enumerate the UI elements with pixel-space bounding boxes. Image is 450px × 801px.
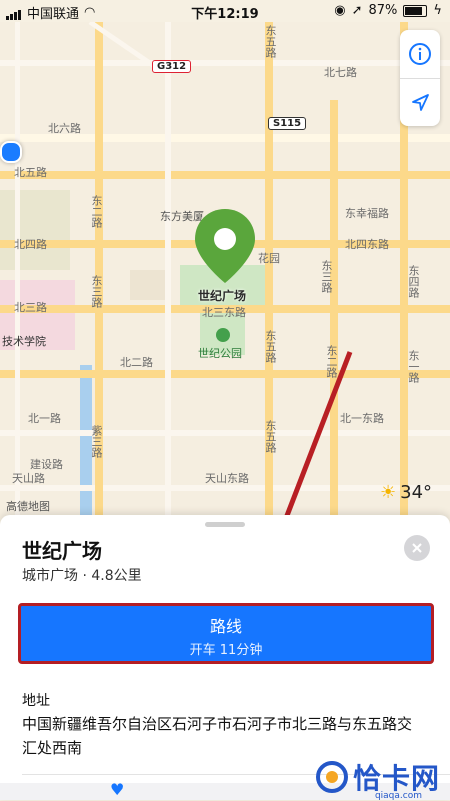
place-title: 世纪广场 [22,539,102,563]
road-label: 北五路 [14,166,47,179]
plaza-label: 世纪广场 [198,289,247,303]
road-label: 东五路 [264,25,277,58]
road-label: 北六路 [48,122,81,135]
highway-shield: G312 [152,60,192,73]
road-label: 北二路 [120,356,153,369]
rotation-lock-icon: ◉ [334,3,346,18]
park-label: 世纪公园 [198,347,242,360]
road-label: 花园 [258,252,280,265]
address-text: 中国新疆维吾尔自治区石河子市石河子市北三路与东五路交汇处西南 [22,715,413,757]
close-icon [412,543,422,553]
road-label: 北四路 [14,238,47,251]
road-label: 北四东路 [345,238,389,251]
location-arrow-icon [412,94,429,111]
map-attribution: 高德地图 [6,500,50,513]
directions-button[interactable]: 路线 开车 11分钟 [18,603,434,664]
locate-button[interactable] [400,79,440,127]
weather-widget: ☀ 34° [380,482,432,503]
sun-icon: ☀ [380,482,397,503]
close-button[interactable] [404,535,430,561]
temperature: 34° [400,482,433,503]
address-heading: 地址 [22,693,50,709]
watermark-logo-icon [315,761,348,793]
sheet-grabber[interactable] [205,522,245,527]
location-pin-icon[interactable] [193,207,257,287]
battery-percent: 87% [368,3,398,18]
road-label: 天山东路 [205,472,249,485]
charging-icon: ϟ [433,3,442,18]
location-services-icon: ➚ [351,3,363,18]
watermark: 恰卡网 qiaqa.com [315,757,440,801]
road-label: 紫三路 [90,425,103,458]
place-subtitle: 城市广场 · 4.8公里 [22,568,142,584]
park-icon [216,328,230,342]
info-button[interactable] [400,30,440,78]
road-label: 东五路 [264,330,277,363]
road-label: 东三路 [320,260,333,293]
heart-icon[interactable]: ♥ [110,780,124,799]
poi-label: 技术学院 [2,335,46,348]
map-controls [400,30,440,126]
road-label: 天山路 [12,472,45,485]
road-label: 北三路 [14,301,47,314]
road-label: 东二路 [90,195,103,228]
directions-label: 路线 [209,617,242,636]
road-label: 东五路 [264,420,277,453]
current-location-dot [0,141,22,163]
road-label: 北一路 [28,412,61,425]
road-label: 北一东路 [340,412,384,425]
map-view[interactable]: 北七路 北六路 北五路 北四路 北三路 北三东路 北二路 北一路 北一东路 北四… [0,0,450,530]
status-bar: 中国联通 ◠ 下午12:19 ◉ ➚ 87% ϟ [0,0,450,22]
road-label: 东一路 [407,350,420,383]
road-label: 东三路 [90,275,103,308]
battery-icon [403,4,428,17]
road-label: 东四路 [407,265,420,298]
road-label: 北七路 [324,66,357,79]
drive-time: 开车 11分钟 [189,643,263,658]
info-icon [409,43,431,65]
highway-shield: S115 [268,117,307,130]
road-label: 东幸福路 [345,207,389,220]
road-label: 北三东路 [202,306,246,319]
road-label: 东二路 [325,345,338,378]
